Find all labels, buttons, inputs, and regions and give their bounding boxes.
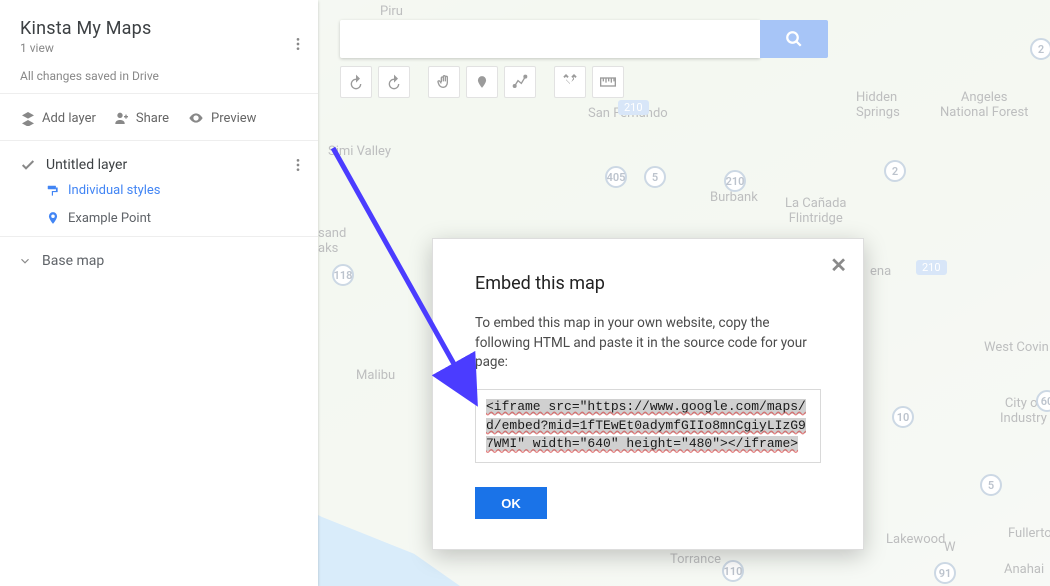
map-title[interactable]: Kinsta My Maps [20, 18, 298, 39]
chevron-down-icon [18, 254, 32, 268]
search-icon [785, 30, 803, 48]
line-button[interactable] [504, 66, 536, 98]
panel-options: Add layer Share Preview [0, 93, 318, 141]
layer-styles-label: Individual styles [68, 183, 161, 198]
hand-icon [436, 74, 452, 90]
measure-button[interactable] [592, 66, 624, 98]
map-tools [340, 66, 624, 98]
search-bar [340, 20, 828, 58]
layer-menu-icon[interactable] [290, 157, 306, 173]
embed-code: <iframe src="https://www.google.com/maps… [486, 399, 806, 452]
polyline-icon [512, 74, 528, 90]
preview-button[interactable]: Preview [187, 110, 256, 126]
share-label: Share [136, 111, 169, 126]
split-icon [562, 74, 578, 90]
base-map-row[interactable]: Base map [0, 236, 318, 285]
embed-modal: ✕ Embed this map To embed this map in yo… [432, 238, 864, 550]
search-input[interactable] [340, 20, 760, 58]
pin-icon [46, 210, 60, 226]
layer-point-row[interactable]: Example Point [46, 210, 298, 226]
person-plus-icon [114, 110, 130, 126]
layer-row[interactable]: Untitled layer [20, 157, 298, 173]
directions-button[interactable] [554, 66, 586, 98]
add-layer-label: Add layer [42, 111, 96, 126]
pan-button[interactable] [428, 66, 460, 98]
panel-menu-icon[interactable] [290, 36, 306, 52]
close-button[interactable]: ✕ [830, 253, 847, 277]
modal-title: Embed this map [475, 273, 821, 294]
close-icon: ✕ [830, 253, 847, 277]
undo-icon [348, 74, 364, 90]
layer-block: Untitled layer Individual styles Example… [0, 141, 318, 236]
redo-icon [386, 74, 402, 90]
layer-name-label: Untitled layer [46, 157, 127, 173]
modal-body: To embed this map in your own website, c… [475, 314, 821, 373]
ok-button[interactable]: OK [475, 487, 547, 519]
search-button[interactable] [760, 20, 828, 58]
save-status: All changes saved in Drive [20, 69, 298, 83]
marker-icon [475, 74, 489, 90]
share-button[interactable]: Share [114, 110, 169, 126]
checkmark-icon [20, 157, 36, 173]
undo-button[interactable] [340, 66, 372, 98]
layer-styles-button[interactable]: Individual styles [46, 183, 298, 198]
side-panel: Kinsta My Maps 1 view All changes saved … [0, 0, 318, 586]
base-map-label: Base map [42, 253, 104, 269]
redo-button[interactable] [378, 66, 410, 98]
layer-point-label: Example Point [68, 211, 151, 226]
preview-label: Preview [211, 111, 256, 126]
marker-button[interactable] [466, 66, 498, 98]
paint-roller-icon [46, 184, 60, 198]
ruler-icon [600, 77, 616, 87]
eye-icon [187, 110, 205, 126]
map-view-count: 1 view [20, 41, 298, 55]
embed-textarea[interactable]: <iframe src="https://www.google.com/maps… [475, 389, 821, 464]
add-layer-button[interactable]: Add layer [20, 110, 96, 126]
layers-icon [20, 110, 36, 126]
